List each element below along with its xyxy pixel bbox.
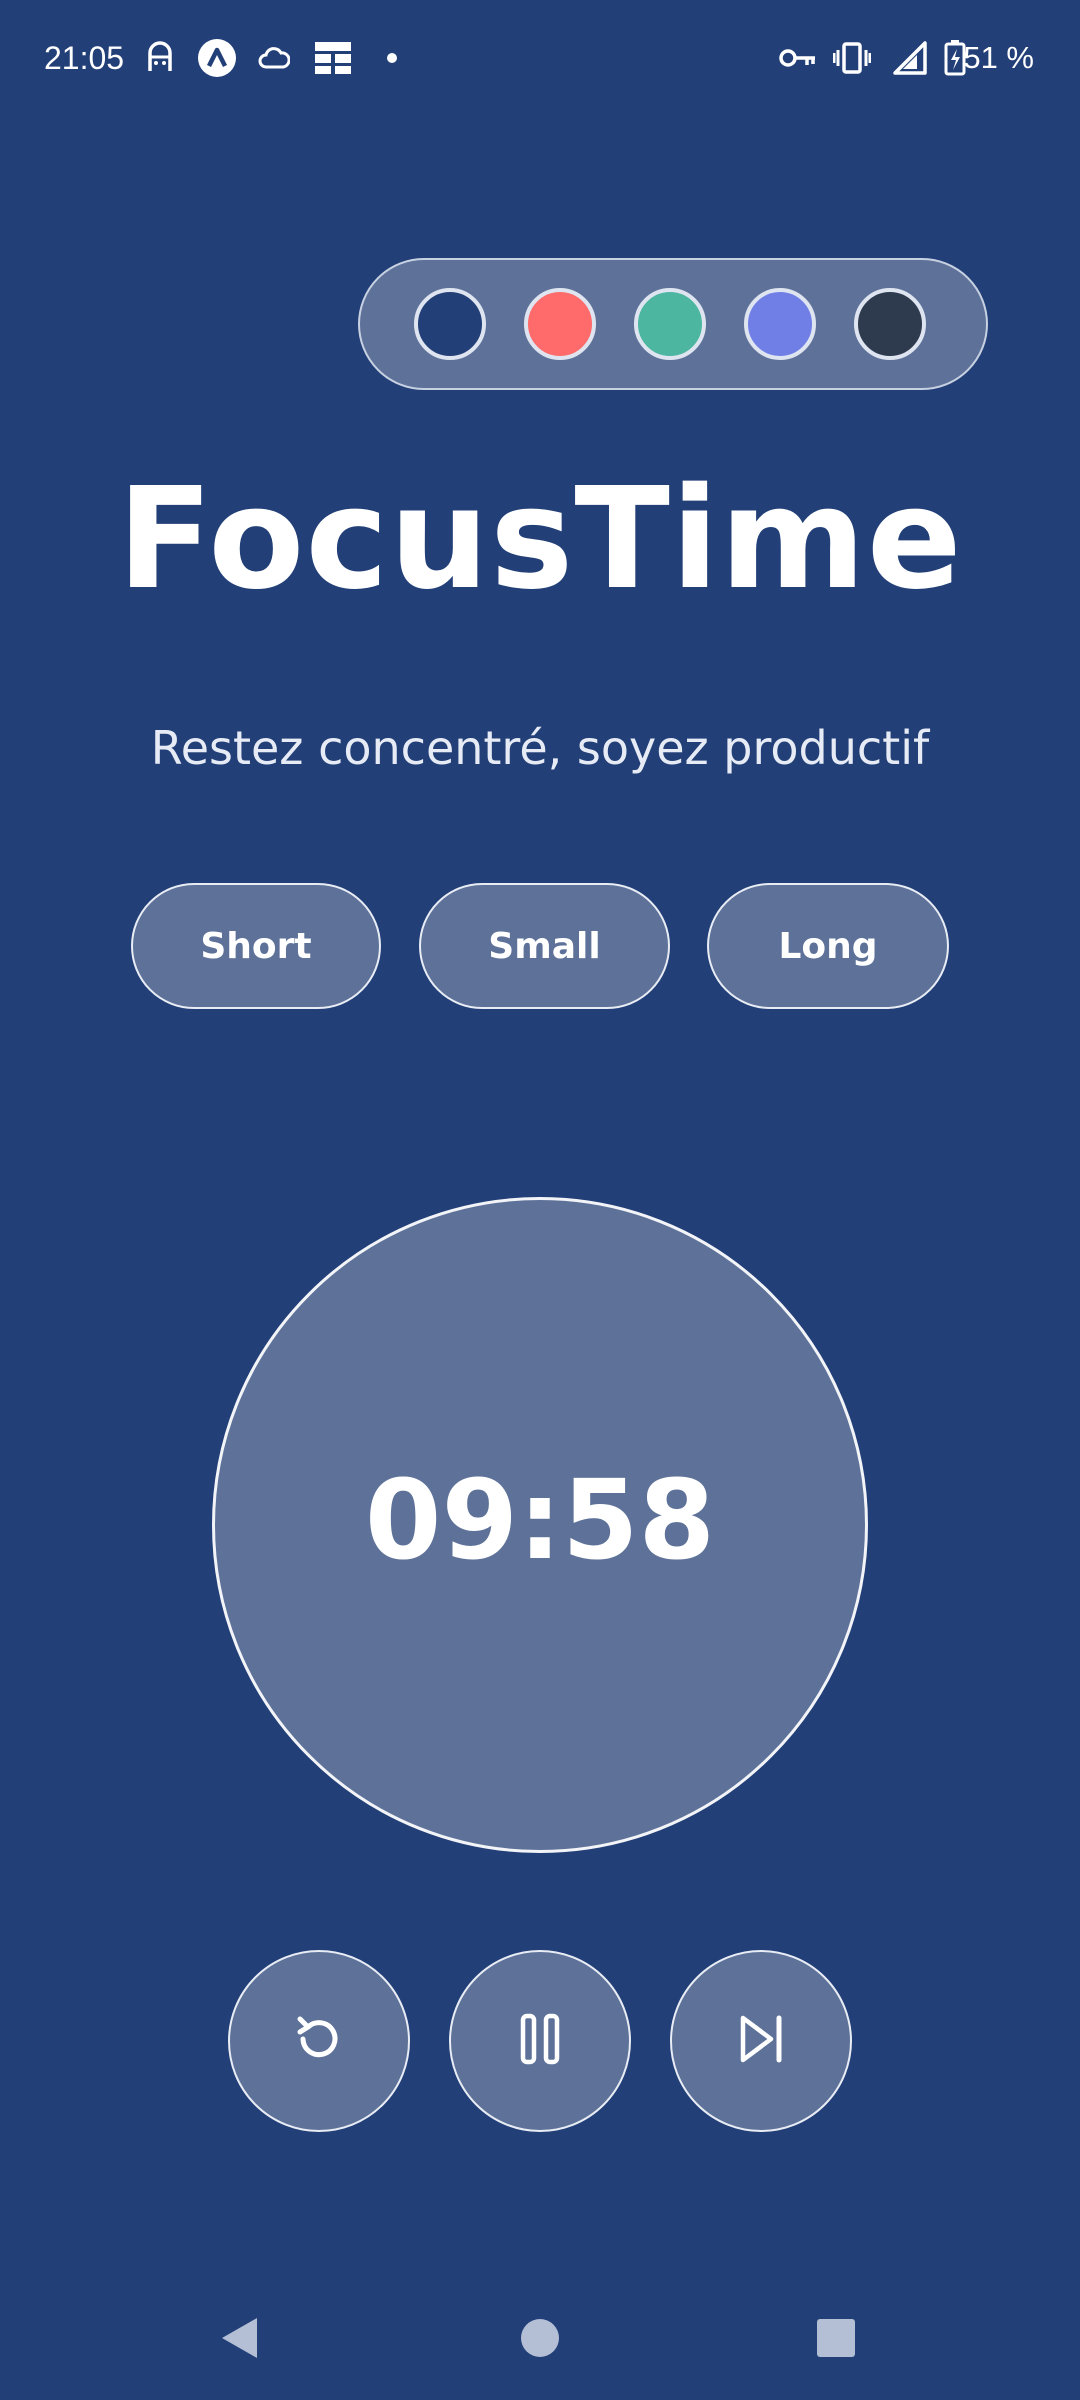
theme-swatch-teal[interactable] bbox=[634, 288, 706, 360]
key-icon bbox=[778, 38, 818, 78]
app-subtitle: Restez concentré, soyez productif bbox=[150, 721, 930, 775]
ghost-icon bbox=[140, 38, 180, 78]
pause-icon bbox=[518, 2013, 562, 2070]
grid-icon bbox=[312, 38, 354, 78]
status-bar: 21:05 51 % bbox=[0, 0, 1080, 118]
vibrate-icon bbox=[832, 38, 872, 78]
mode-short-button[interactable]: Short bbox=[131, 883, 381, 1009]
recents-square-icon bbox=[816, 2318, 856, 2363]
reset-button[interactable] bbox=[228, 1950, 410, 2132]
dot-icon bbox=[380, 38, 404, 78]
skip-next-icon bbox=[735, 2013, 787, 2070]
timer-circle: 09:58 bbox=[212, 1197, 868, 1853]
theme-swatch-periwinkle[interactable] bbox=[744, 288, 816, 360]
theme-color-selector bbox=[358, 258, 988, 390]
system-nav-bar bbox=[0, 2280, 1080, 2400]
theme-swatch-charcoal[interactable] bbox=[854, 288, 926, 360]
signal-icon bbox=[890, 38, 930, 78]
nav-back-button[interactable] bbox=[210, 2310, 270, 2370]
mode-small-button[interactable]: Small bbox=[419, 883, 670, 1009]
nav-recents-button[interactable] bbox=[806, 2310, 866, 2370]
app-title: FocusTime bbox=[117, 458, 963, 621]
reset-icon bbox=[289, 2009, 349, 2074]
battery-percent: 51 % bbox=[963, 40, 1034, 75]
status-time: 21:05 bbox=[44, 40, 125, 76]
nav-home-button[interactable] bbox=[510, 2310, 570, 2370]
theme-swatch-navy[interactable] bbox=[414, 288, 486, 360]
timer-display: 09:58 bbox=[364, 1456, 716, 1584]
mode-long-button[interactable]: Long bbox=[707, 883, 949, 1009]
skip-next-button[interactable] bbox=[670, 1950, 852, 2132]
focus-time-screen: 21:05 51 % FocusTime Restez concentré, s… bbox=[0, 0, 1080, 2400]
back-triangle-icon bbox=[219, 2315, 261, 2366]
home-circle-icon bbox=[520, 2318, 560, 2363]
cloud-icon bbox=[256, 38, 292, 78]
pause-button[interactable] bbox=[449, 1950, 631, 2132]
alert-a-icon bbox=[196, 38, 238, 78]
theme-swatch-coral[interactable] bbox=[524, 288, 596, 360]
